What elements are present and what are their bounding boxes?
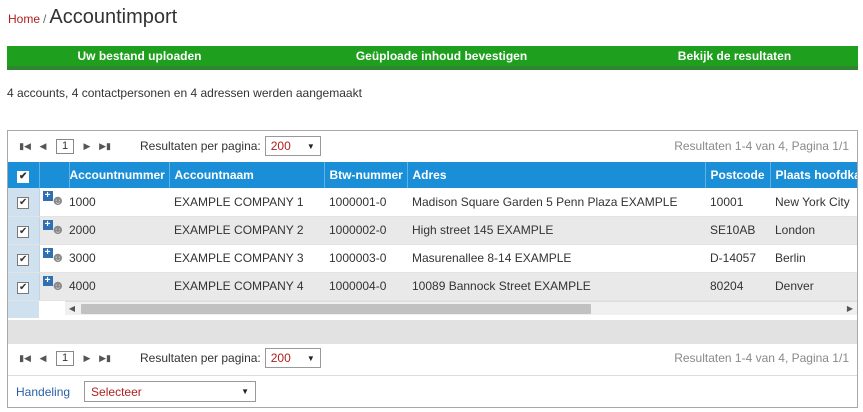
results-grid: ▮◀ ◀ 1 ▶ ▶▮ Resultaten per pagina: 200 ▼…	[7, 130, 858, 408]
cell-adres: Madison Square Garden 5 Penn Plaza EXAMP…	[407, 188, 705, 217]
cell-postcode: D-14057	[705, 244, 770, 273]
header-plaats[interactable]: Plaats hoofdkantoor	[770, 162, 857, 188]
breadcrumb-separator: /	[43, 12, 47, 26]
cell-accountnummer: 2000	[69, 216, 169, 245]
previous-page-icon[interactable]: ◀	[34, 141, 52, 152]
last-page-icon[interactable]: ▶▮	[96, 353, 114, 364]
cell-adres: 10089 Bannock Street EXAMPLE	[407, 272, 705, 301]
accounts-table: ✔ Accountnummer Accountnaam Btw-nummer A…	[8, 162, 857, 301]
page-title: Accountimport	[49, 6, 178, 28]
cell-accountnummer: 4000	[69, 272, 169, 301]
next-page-icon[interactable]: ▶	[78, 141, 96, 152]
table-row[interactable]: ✔ + ☻ 4000 EXAMPLE COMPANY 4 1000004-0 10…	[8, 272, 857, 301]
row-icon-cell: + ☻	[39, 188, 69, 217]
cell-accountnaam: EXAMPLE COMPANY 3	[169, 244, 324, 273]
previous-page-icon[interactable]: ◀	[34, 353, 52, 364]
cell-btw-nummer: 1000003-0	[324, 244, 407, 273]
scrollbar-thumb[interactable]	[81, 304, 591, 314]
chevron-down-icon: ▼	[306, 141, 315, 151]
row-select-cell: ✔	[8, 272, 40, 301]
header-btw-nummer[interactable]: Btw-nummer	[324, 162, 408, 188]
add-contact-icon[interactable]: + ☻	[42, 219, 69, 238]
scroll-left-icon[interactable]: ◀	[65, 302, 79, 316]
cell-adres: High street 145 EXAMPLE	[407, 216, 705, 245]
wizard-steps-bar: Uw bestand uploaden Geüploade inhoud bev…	[7, 46, 858, 70]
page-number-input[interactable]: 1	[56, 138, 74, 154]
cell-accountnummer: 3000	[69, 244, 169, 273]
row-checkbox[interactable]: ✔	[17, 281, 30, 294]
add-contact-icon[interactable]: + ☻	[42, 191, 69, 209]
last-page-icon[interactable]: ▶▮	[96, 141, 114, 152]
row-icon-cell: + ☻	[39, 272, 69, 301]
header-icon-column	[39, 162, 70, 188]
cell-postcode: SE10AB	[705, 216, 770, 245]
cell-plaats: London	[770, 216, 857, 245]
breadcrumb: Home / Accountimport	[8, 6, 177, 29]
per-page-value: 200	[270, 351, 291, 365]
next-page-icon[interactable]: ▶	[78, 353, 96, 364]
row-select-cell: ✔	[8, 188, 40, 217]
row-checkbox[interactable]: ✔	[17, 197, 30, 210]
chevron-down-icon: ▼	[306, 353, 315, 363]
row-select-cell: ✔	[8, 244, 40, 273]
header-postcode[interactable]: Postcode	[705, 162, 771, 188]
cell-accountnummer: 1000	[69, 188, 169, 217]
first-page-icon[interactable]: ▮◀	[16, 353, 34, 364]
action-select-value: Selecteer	[91, 384, 142, 399]
action-select[interactable]: Selecteer ▼	[84, 381, 257, 402]
table-header-row: ✔ Accountnummer Accountnaam Btw-nummer A…	[8, 162, 857, 188]
step-upload-file: Uw bestand uploaden	[77, 49, 202, 63]
header-accountnaam[interactable]: Accountnaam	[169, 162, 325, 188]
cell-postcode: 80204	[705, 272, 770, 301]
pager-info: Resultaten 1-4 van 4, Pagina 1/1	[674, 351, 849, 365]
per-page-select[interactable]: 200 ▼	[264, 136, 321, 156]
table-row[interactable]: ✔ + ☻ 1000 EXAMPLE COMPANY 1 1000001-0 Ma…	[8, 188, 857, 217]
cell-accountnaam: EXAMPLE COMPANY 4	[169, 272, 324, 301]
grid-footer-gap	[8, 320, 857, 344]
cell-accountnaam: EXAMPLE COMPANY 2	[169, 216, 324, 245]
page-number-input[interactable]: 1	[56, 350, 74, 366]
per-page-label: Resultaten per pagina:	[140, 139, 261, 153]
header-adres[interactable]: Adres	[407, 162, 706, 188]
per-page-label: Resultaten per pagina:	[140, 351, 261, 365]
table-row[interactable]: ✔ + ☻ 3000 EXAMPLE COMPANY 3 1000003-0 Ma…	[8, 244, 857, 273]
pager-top: ▮◀ ◀ 1 ▶ ▶▮ Resultaten per pagina: 200 ▼…	[8, 131, 857, 161]
pager-bottom: ▮◀ ◀ 1 ▶ ▶▮ Resultaten per pagina: 200 ▼…	[8, 343, 857, 373]
add-contact-icon[interactable]: + ☻	[42, 275, 69, 294]
cell-accountnaam: EXAMPLE COMPANY 1	[169, 188, 324, 217]
row-checkbox[interactable]: ✔	[17, 225, 30, 238]
row-icon-cell: + ☻	[39, 244, 69, 273]
cell-plaats: Denver	[770, 272, 857, 301]
breadcrumb-home-link[interactable]: Home	[8, 12, 40, 26]
per-page-select[interactable]: 200 ▼	[264, 348, 321, 368]
cell-adres: Masurenallee 8-14 EXAMPLE	[407, 244, 705, 273]
pager-info: Resultaten 1-4 van 4, Pagina 1/1	[674, 139, 849, 153]
row-checkbox[interactable]: ✔	[17, 253, 30, 266]
cell-plaats: New York City	[770, 188, 857, 217]
action-bar: Handeling Selecteer ▼	[8, 375, 857, 407]
first-page-icon[interactable]: ▮◀	[16, 141, 34, 152]
header-accountnummer[interactable]: Accountnummer	[69, 162, 170, 188]
import-summary: 4 accounts, 4 contactpersonen en 4 adres…	[7, 86, 362, 100]
select-all-checkbox[interactable]: ✔	[17, 170, 30, 183]
horizontal-scrollbar[interactable]: ◀ ▶	[65, 301, 857, 315]
table-viewport: ✔ Accountnummer Accountnaam Btw-nummer A…	[8, 162, 857, 320]
cell-btw-nummer: 1000001-0	[324, 188, 407, 217]
row-icon-cell: + ☻	[39, 216, 69, 245]
add-contact-icon[interactable]: + ☻	[42, 247, 69, 266]
table-row[interactable]: ✔ + ☻ 2000 EXAMPLE COMPANY 2 1000002-0 Hi…	[8, 216, 857, 245]
step-confirm-content: Geüploade inhoud bevestigen	[355, 49, 528, 63]
cell-postcode: 10001	[705, 188, 770, 217]
cell-btw-nummer: 1000004-0	[324, 272, 407, 301]
cell-btw-nummer: 1000002-0	[324, 216, 407, 245]
chevron-down-icon: ▼	[241, 387, 250, 396]
select-all-header: ✔	[8, 162, 40, 188]
step-view-results: Bekijk de resultaten	[677, 49, 792, 63]
scroll-right-icon[interactable]: ▶	[843, 302, 857, 316]
action-label: Handeling	[16, 384, 71, 399]
row-select-cell: ✔	[8, 216, 40, 245]
cell-plaats: Berlin	[770, 244, 857, 273]
per-page-value: 200	[270, 139, 291, 153]
